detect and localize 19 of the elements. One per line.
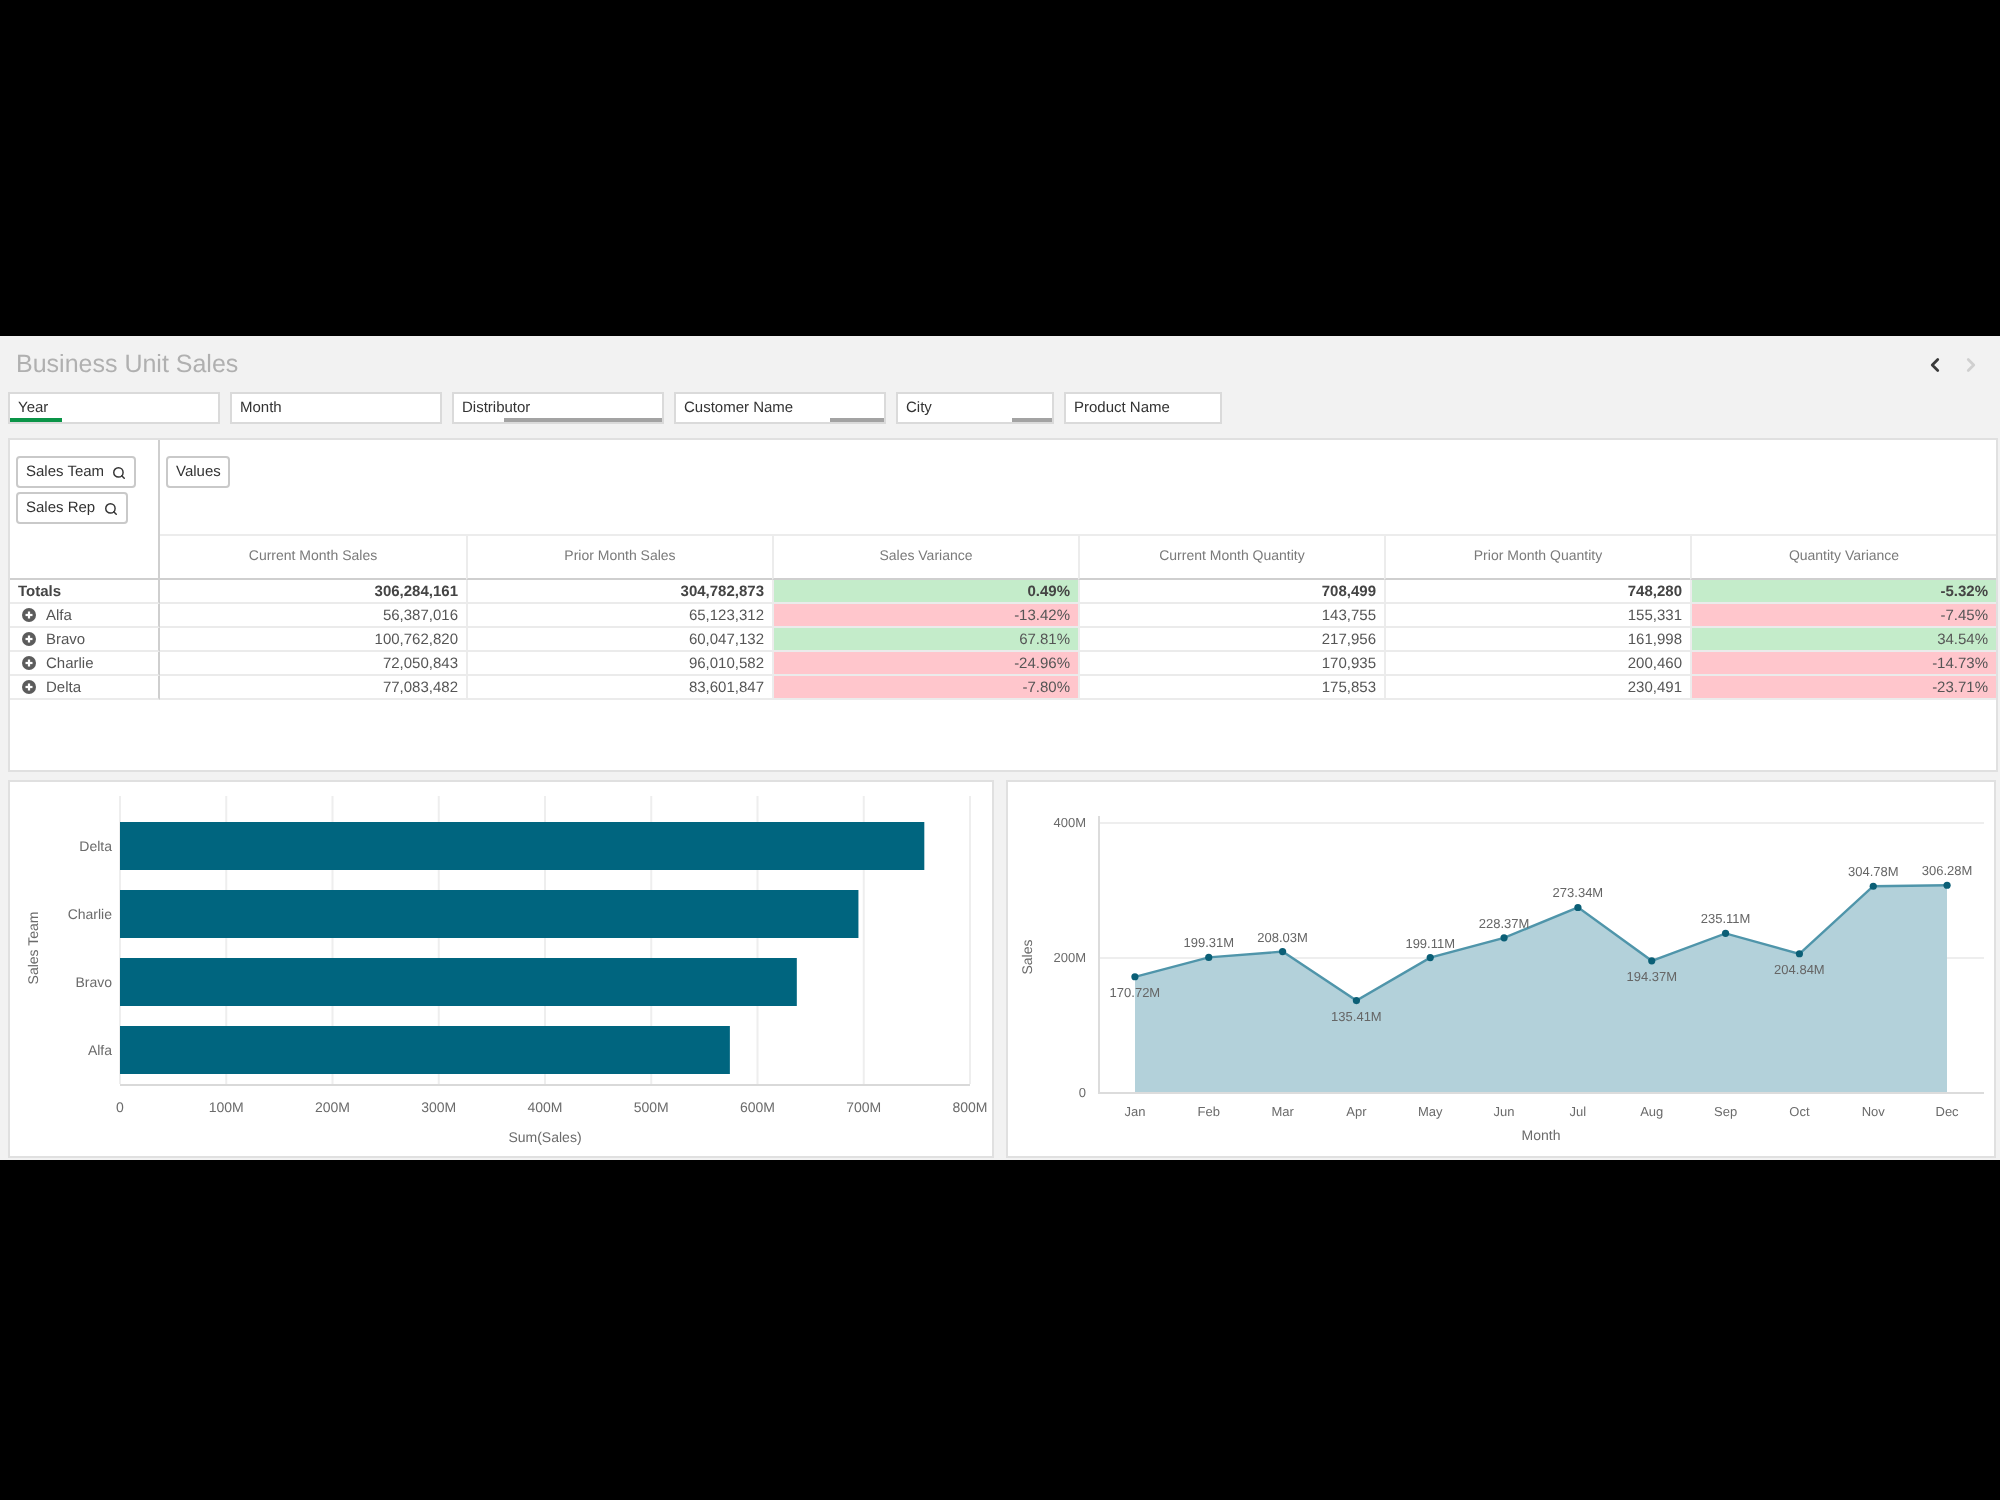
data-point[interactable]: [1131, 973, 1139, 981]
data-point[interactable]: [1722, 929, 1730, 937]
data-point[interactable]: [1574, 903, 1582, 912]
plus-circle-icon[interactable]: [22, 608, 36, 622]
search-icon: [103, 501, 118, 515]
data-point[interactable]: [1795, 950, 1803, 958]
data-point[interactable]: [1943, 881, 1951, 889]
plus-circle-icon[interactable]: [22, 680, 36, 694]
data-point[interactable]: [1279, 948, 1287, 956]
data-point[interactable]: [1426, 954, 1434, 962]
data-point[interactable]: [1352, 997, 1360, 1005]
data-point[interactable]: [1648, 957, 1656, 965]
data-point[interactable]: [1205, 953, 1213, 962]
data-point[interactable]: [1500, 934, 1508, 942]
search-icon: [112, 465, 127, 479]
plus-circle-icon[interactable]: [22, 656, 36, 670]
plus-circle-icon[interactable]: [22, 632, 36, 646]
data-point[interactable]: [1869, 882, 1877, 890]
sheet-title: Business Unit Sales: [16, 351, 239, 377]
